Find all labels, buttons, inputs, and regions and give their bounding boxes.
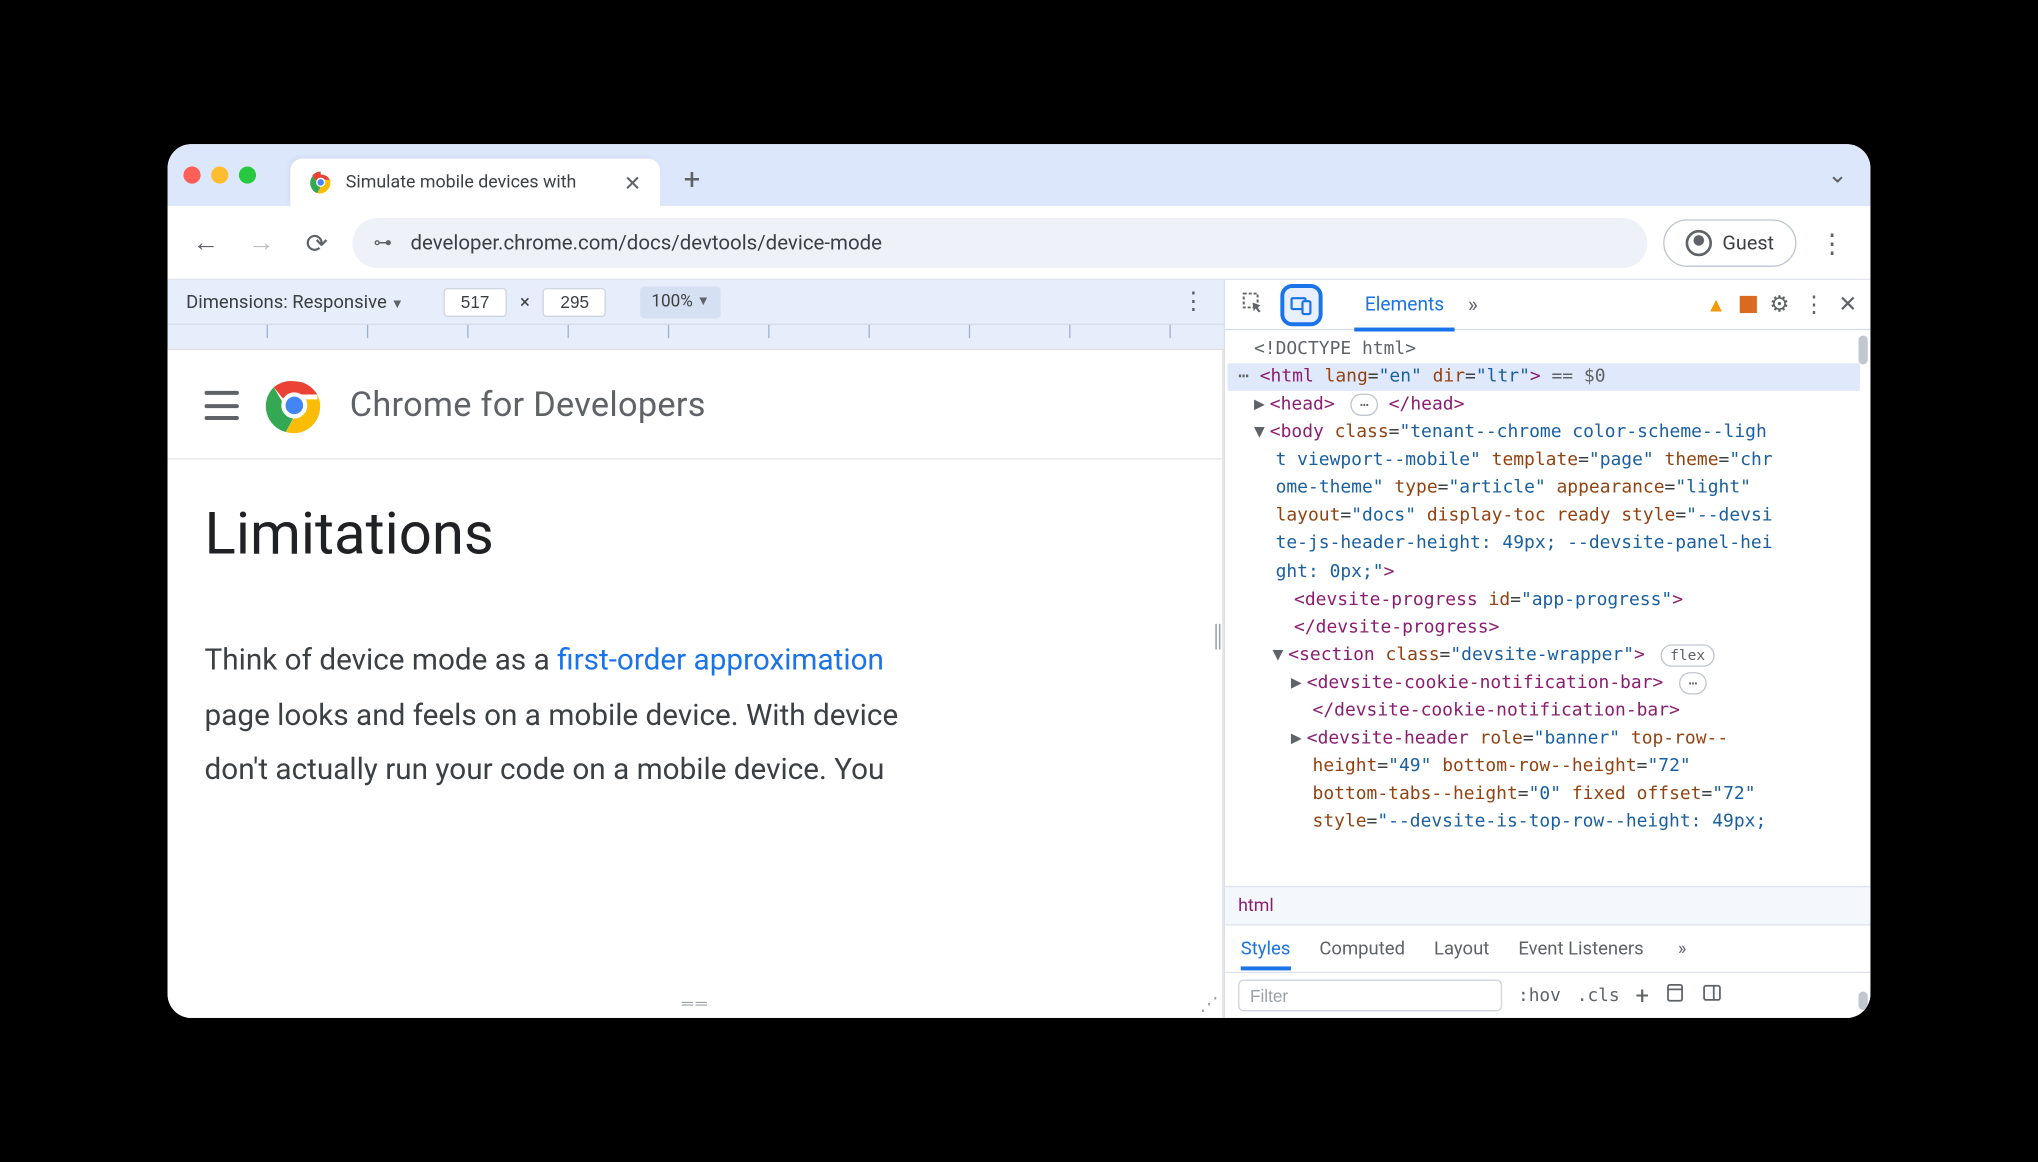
ruler bbox=[168, 325, 1224, 338]
dom-breadcrumb[interactable]: html bbox=[1225, 886, 1870, 926]
dom-progress-row[interactable]: <devsite-progress id="app-progress"> </d… bbox=[1228, 586, 1860, 642]
window-controls bbox=[183, 167, 256, 184]
chrome-icon bbox=[309, 170, 333, 194]
chrome-logo-icon bbox=[265, 376, 323, 434]
hov-toggle[interactable]: :hov bbox=[1518, 985, 1561, 1006]
resize-handle-bottom[interactable]: ══ bbox=[682, 994, 710, 1012]
toggle-sidebar-icon[interactable] bbox=[1702, 982, 1723, 1008]
close-window-button[interactable] bbox=[183, 167, 200, 184]
tabs-overflow-icon[interactable]: ›› bbox=[1468, 292, 1475, 317]
new-style-rule-icon[interactable]: + bbox=[1635, 982, 1648, 1010]
hamburger-icon[interactable] bbox=[205, 391, 239, 420]
device-menu-button[interactable]: ⋮ bbox=[1181, 288, 1205, 316]
subtab-event-listeners[interactable]: Event Listeners bbox=[1518, 938, 1643, 959]
dom-header-row[interactable]: ▶<devsite-header role="banner" top-row--… bbox=[1228, 725, 1860, 836]
subtab-computed[interactable]: Computed bbox=[1319, 938, 1405, 959]
page-brand: Chrome for Developers bbox=[350, 386, 706, 426]
styles-subtabs: Styles Computed Layout Event Listeners ›… bbox=[1225, 926, 1870, 974]
devtools-menu-button[interactable]: ⋮ bbox=[1803, 291, 1825, 317]
dom-html-row[interactable]: ⋯ <html lang="en" dir="ltr"> == $0 bbox=[1228, 363, 1860, 391]
browser-window: Simulate mobile devices with ✕ + ⌄ ← → ⟳… bbox=[168, 144, 1871, 1018]
dom-cookie-row[interactable]: ▶<devsite-cookie-notification-bar> ⋯ </d… bbox=[1228, 669, 1860, 725]
warning-icon[interactable]: ▲ bbox=[1706, 293, 1726, 317]
toolbar: ← → ⟳ ⊶ developer.chrome.com/docs/devtoo… bbox=[168, 206, 1871, 280]
close-tab-button[interactable]: ✕ bbox=[624, 170, 642, 195]
cls-toggle[interactable]: .cls bbox=[1577, 985, 1620, 1006]
new-tab-button[interactable]: + bbox=[684, 164, 700, 197]
tabs-dropdown-button[interactable]: ⌄ bbox=[1820, 158, 1854, 192]
page-heading: Limitations bbox=[205, 499, 1186, 568]
avatar-icon bbox=[1685, 229, 1711, 255]
device-mode-toggle-icon[interactable] bbox=[1280, 283, 1322, 325]
dimensions-dropdown[interactable]: Dimensions: Responsive▼ bbox=[186, 291, 404, 312]
browser-menu-button[interactable]: ⋮ bbox=[1812, 227, 1852, 259]
profile-label: Guest bbox=[1722, 231, 1774, 255]
issues-icon[interactable] bbox=[1739, 296, 1756, 313]
rendered-page: Chrome for Developers Limitations Think … bbox=[168, 349, 1224, 1018]
dom-head-row[interactable]: ▶<head> ⋯ </head> bbox=[1228, 391, 1860, 419]
styles-filter-row: :hov .cls + bbox=[1225, 973, 1870, 1018]
close-devtools-button[interactable]: ✕ bbox=[1838, 291, 1857, 317]
element-picker-icon[interactable] bbox=[1238, 290, 1267, 319]
dom-section-row[interactable]: ▼<section class="devsite-wrapper"> flex bbox=[1228, 641, 1860, 669]
page-paragraph: Think of device mode as a first-order ap… bbox=[205, 634, 1186, 799]
dom-doctype: <!DOCTYPE html> bbox=[1254, 338, 1416, 359]
subtab-styles[interactable]: Styles bbox=[1241, 938, 1291, 959]
scrollbar-thumb[interactable] bbox=[1859, 335, 1868, 364]
forward-button[interactable]: → bbox=[242, 223, 282, 263]
computed-styles-icon[interactable] bbox=[1665, 982, 1686, 1008]
subtab-layout[interactable]: Layout bbox=[1434, 938, 1489, 959]
browser-tab[interactable]: Simulate mobile devices with ✕ bbox=[290, 159, 660, 207]
dom-tree[interactable]: <!DOCTYPE html> ⋯ <html lang="en" dir="l… bbox=[1225, 330, 1870, 886]
maximize-window-button[interactable] bbox=[239, 167, 256, 184]
resize-handle-right[interactable]: ║ bbox=[1210, 631, 1218, 686]
styles-filter-input[interactable] bbox=[1238, 980, 1502, 1012]
profile-button[interactable]: Guest bbox=[1663, 219, 1796, 267]
devtools-pane: Elements ›› ▲ ⚙ ⋮ ✕ <!DOCTYPE html> ⋯ <h… bbox=[1224, 280, 1871, 1018]
width-input[interactable] bbox=[443, 287, 506, 316]
dimensions-times: × bbox=[520, 291, 530, 312]
address-bar[interactable]: ⊶ developer.chrome.com/docs/devtools/dev… bbox=[352, 217, 1647, 267]
site-info-icon[interactable]: ⊶ bbox=[374, 232, 395, 253]
titlebar: Simulate mobile devices with ✕ + ⌄ bbox=[168, 144, 1871, 206]
approximation-link[interactable]: first-order approximation bbox=[557, 643, 884, 677]
scrollbar-thumb[interactable] bbox=[1859, 992, 1868, 1010]
back-button[interactable]: ← bbox=[186, 223, 226, 263]
minimize-window-button[interactable] bbox=[211, 167, 228, 184]
dom-body-row[interactable]: ▼<body class="tenant--chrome color-schem… bbox=[1228, 419, 1860, 586]
url-text: developer.chrome.com/docs/devtools/devic… bbox=[410, 231, 882, 255]
subtabs-overflow-icon[interactable]: ›› bbox=[1678, 938, 1684, 959]
tab-title: Simulate mobile devices with bbox=[346, 172, 577, 193]
device-toolbar: Dimensions: Responsive▼ × 100%▼ ⋮ bbox=[168, 280, 1224, 325]
device-mode-pane: Dimensions: Responsive▼ × 100%▼ ⋮ bbox=[168, 280, 1224, 1018]
zoom-dropdown[interactable]: 100%▼ bbox=[641, 286, 721, 318]
tab-elements[interactable]: Elements bbox=[1354, 279, 1454, 329]
gear-icon[interactable]: ⚙ bbox=[1769, 291, 1789, 317]
height-input[interactable] bbox=[543, 287, 606, 316]
resize-handle-corner[interactable]: ⋰ bbox=[1200, 994, 1218, 1015]
devtools-toolbar: Elements ›› ▲ ⚙ ⋮ ✕ bbox=[1225, 280, 1870, 330]
reload-button[interactable]: ⟳ bbox=[297, 223, 337, 263]
